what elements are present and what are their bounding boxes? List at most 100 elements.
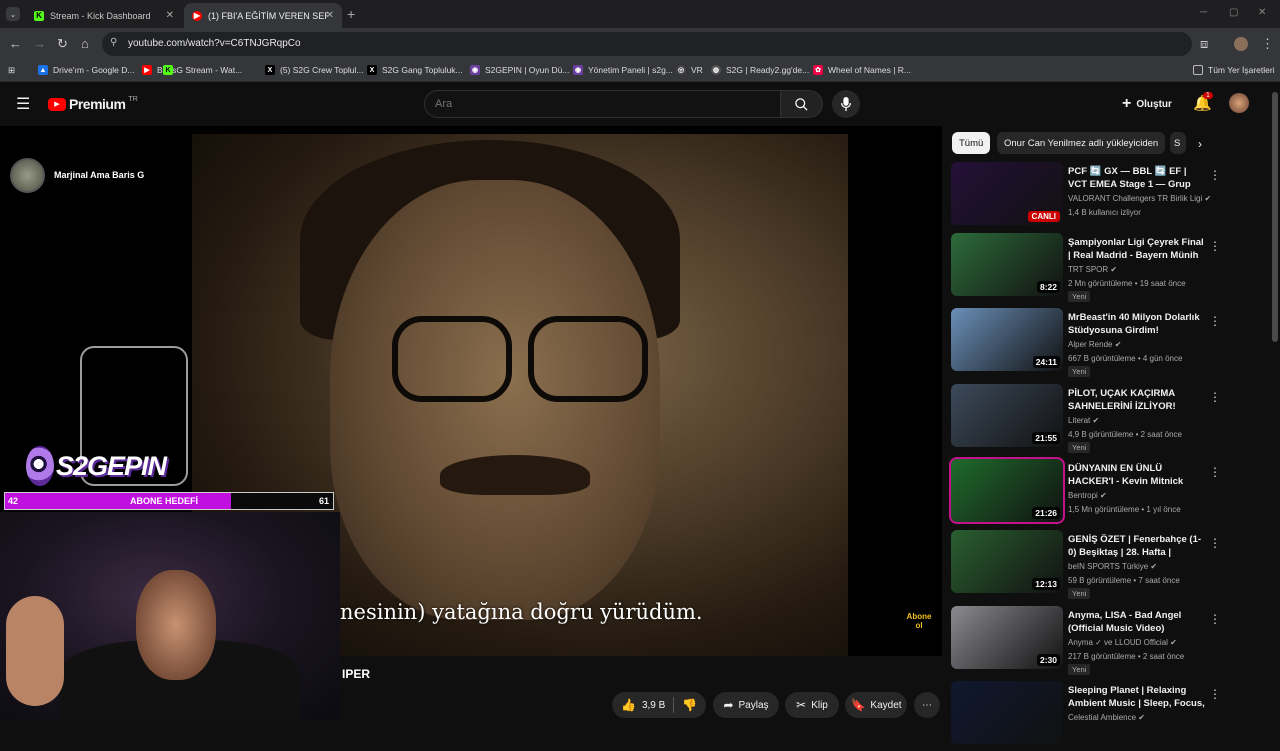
close-tab-icon[interactable]: ✕ [326, 10, 334, 21]
more-actions-button[interactable]: ⋯ [914, 692, 940, 718]
kebab-menu-icon[interactable]: ⋮ [1209, 687, 1221, 701]
menu-kebab-icon[interactable]: ⋮ [1261, 36, 1274, 52]
chevron-right-icon[interactable]: › [1198, 137, 1202, 151]
like-button[interactable]: 👍 [621, 698, 636, 712]
bookmark-s2g-gang[interactable]: X S2G Gang Topluluk... [367, 65, 463, 75]
search-button[interactable] [781, 90, 823, 118]
video-title[interactable]: MrBeast'in 40 Milyon Dolarlık Stüdyosuna… [1068, 311, 1208, 337]
maximize-icon[interactable]: ▢ [1229, 7, 1238, 18]
extensions-icon[interactable]: ⧈ [1200, 36, 1208, 52]
recommended-video[interactable]: 12:13 GENİŞ ÖZET | Fenerbahçe (1-0) Beşik… [951, 530, 1271, 600]
scissors-icon: ✂ [796, 698, 807, 712]
bookmark-barisg-stream[interactable]: ▶ BarisG Stream - Wat... [142, 65, 242, 75]
new-tab-icon[interactable]: + [347, 6, 355, 22]
forward-icon[interactable]: → [33, 36, 46, 51]
video-title[interactable]: DÜNYANIN EN ÜNLÜ HACKER'I - Kevin Mitnic… [1068, 462, 1208, 488]
recommended-video[interactable]: 24:11 MrBeast'in 40 Milyon Dolarlık Stüdy… [951, 308, 1271, 378]
subscribe-watermark[interactable]: Abone ol [904, 612, 934, 638]
kebab-menu-icon[interactable]: ⋮ [1209, 314, 1221, 328]
kebab-menu-icon[interactable]: ⋮ [1209, 239, 1221, 253]
browser-tab-strip: ⌄ K Stream - Kick Dashboard ✕ ▶ (1) FBI'… [0, 0, 1280, 28]
youtube-icon: ▶ [192, 10, 202, 21]
video-meta: 4,9 B görüntüleme • 2 saat önce [1068, 430, 1182, 439]
share-button[interactable]: ➦ Paylaş [713, 692, 779, 718]
tab-youtube-video[interactable]: ▶ (1) FBI'A EĞİTİM VEREN SERİ K… ✕ [184, 3, 342, 28]
bookmark-all-folder[interactable]: Tüm Yer İşaretleri [1193, 65, 1275, 75]
video-thumbnail[interactable]: 8:22 [951, 233, 1063, 296]
verified-icon: ✔ [1204, 194, 1212, 203]
close-tab-icon[interactable]: ✕ [166, 10, 174, 21]
voice-search-button[interactable] [832, 90, 860, 118]
overlay-channel-avatar [10, 158, 45, 193]
kick-icon: K [34, 10, 44, 21]
kebab-menu-icon[interactable]: ⋮ [1209, 612, 1221, 626]
create-button[interactable]: + Oluştur [1122, 95, 1172, 113]
tab-kick-dashboard[interactable]: K Stream - Kick Dashboard ✕ [26, 3, 182, 28]
recommended-video[interactable]: 2:30 Anyma, LISA - Bad Angel (Official Mu… [951, 606, 1271, 676]
recommended-video[interactable]: Sleeping Planet | Relaxing Ambient Music… [951, 681, 1271, 751]
channel-name[interactable]: beIN SPORTS Türkiye ✔ [1068, 562, 1157, 571]
reload-icon[interactable]: ↻ [57, 36, 68, 52]
bookmark-s2g-crew[interactable]: X (5) S2G Crew Toplul... [265, 65, 363, 75]
account-avatar[interactable] [1229, 93, 1249, 113]
channel-name[interactable]: VALORANT Challengers TR Birlik Ligi ✔ [1068, 194, 1211, 203]
save-button[interactable]: 🔖 Kaydet [845, 692, 907, 718]
channel-name[interactable]: TRT SPOR ✔ [1068, 265, 1117, 274]
video-thumbnail[interactable] [951, 681, 1063, 744]
home-icon[interactable]: ⌂ [81, 36, 89, 51]
new-badge: Yeni [1068, 291, 1091, 302]
clip-button[interactable]: ✂ Klip [785, 692, 839, 718]
video-thumbnail[interactable]: 2:30 [951, 606, 1063, 669]
chip-all[interactable]: Tümü [952, 132, 991, 154]
bookmark-vr[interactable]: ◎ VR [676, 65, 703, 75]
video-thumbnail[interactable]: 21:55 [951, 384, 1063, 447]
bookmark-yonetim-paneli[interactable]: ◉ Yönetim Paneli | s2g... [573, 65, 673, 75]
search-input[interactable] [424, 90, 781, 118]
bookmark-ready2gg[interactable]: ◍ S2G | Ready2.gg'de... [711, 65, 809, 75]
kebab-menu-icon[interactable]: ⋮ [1209, 536, 1221, 550]
minimize-icon[interactable]: ─ [1200, 7, 1207, 18]
back-icon[interactable]: ← [9, 36, 22, 51]
video-title[interactable]: Şampiyonlar Ligi Çeyrek Final | Real Mad… [1068, 236, 1208, 263]
video-thumbnail[interactable]: CANLI [951, 162, 1063, 225]
tab-search-icon[interactable]: ⌄ [6, 7, 20, 21]
channel-name[interactable]: Alper Rende ✔ [1068, 340, 1121, 349]
bookmark-barisg-kick[interactable]: K [163, 65, 178, 75]
chip-more[interactable]: S [1170, 132, 1186, 154]
site-info-icon[interactable]: ⚲ [110, 37, 117, 48]
youtube-premium-logo[interactable]: ▶ Premium TR [48, 96, 138, 112]
dislike-button[interactable]: 👎 [682, 698, 697, 712]
recommended-video[interactable]: 8:22 Şampiyonlar Ligi Çeyrek Final | Real… [951, 233, 1271, 303]
video-meta: 217 B görüntüleme • 2 saat önce [1068, 652, 1185, 661]
bookmark-wheel-of-names[interactable]: ✿ Wheel of Names | R... [813, 65, 911, 75]
bookmark-drive[interactable]: ▲ Drive'ım - Google D... [38, 65, 134, 75]
recommended-video[interactable]: 21:55 PİLOT, UÇAK KAÇIRMA SAHNELERİNİ İZL… [951, 384, 1271, 454]
channel-name[interactable]: Celestial Ambience ✔ [1068, 713, 1145, 722]
video-thumbnail[interactable]: 12:13 [951, 530, 1063, 593]
apps-icon[interactable]: ⊞ [8, 65, 15, 76]
video-title[interactable]: PCF 🔄 GX — BBL 🔄 EF | VCT EMEA Stage 1 —… [1068, 165, 1208, 192]
recommended-video[interactable]: CANLI PCF 🔄 GX — BBL 🔄 EF | VCT EMEA Stag… [951, 162, 1271, 232]
channel-name[interactable]: Literat ✔ [1068, 416, 1099, 425]
video-thumbnail[interactable]: 24:11 [951, 308, 1063, 371]
video-title[interactable]: PİLOT, UÇAK KAÇIRMA SAHNELERİNİ İZLİYOR! [1068, 387, 1208, 413]
channel-name[interactable]: Bentropi ✔ [1068, 491, 1107, 500]
recommended-video[interactable]: 21:26 DÜNYANIN EN ÜNLÜ HACKER'I - Kevin M… [949, 457, 1271, 529]
kebab-menu-icon[interactable]: ⋮ [1209, 168, 1221, 182]
profile-avatar[interactable] [1234, 37, 1248, 51]
video-title[interactable]: Anyma, LISA - Bad Angel (Official Music … [1068, 609, 1208, 635]
video-meta: 59 B görüntüleme • 7 saat önce [1068, 576, 1180, 585]
bookmark-s2gepin[interactable]: ◉ S2GEPIN | Oyun Dü... [470, 65, 569, 75]
window-close-icon[interactable]: ✕ [1258, 7, 1266, 18]
page-scrollbar[interactable] [1272, 92, 1278, 342]
hamburger-menu-icon[interactable]: ☰ [16, 94, 30, 114]
channel-name[interactable]: Anyma ✓ ve LLOUD Official ✔ [1068, 638, 1177, 647]
chip-uploader[interactable]: Onur Can Yenilmez adlı yükleyiciden [997, 132, 1166, 154]
tab-title: (1) FBI'A EĞİTİM VEREN SERİ K… [208, 10, 328, 21]
video-title[interactable]: GENİŞ ÖZET | Fenerbahçe (1-0) Beşiktaş |… [1068, 533, 1208, 560]
new-badge: Yeni [1068, 366, 1091, 377]
kebab-menu-icon[interactable]: ⋮ [1209, 390, 1221, 404]
video-title[interactable]: Sleeping Planet | Relaxing Ambient Music… [1068, 684, 1208, 711]
video-thumbnail[interactable]: 21:26 [949, 457, 1065, 524]
kebab-menu-icon[interactable]: ⋮ [1209, 465, 1221, 479]
